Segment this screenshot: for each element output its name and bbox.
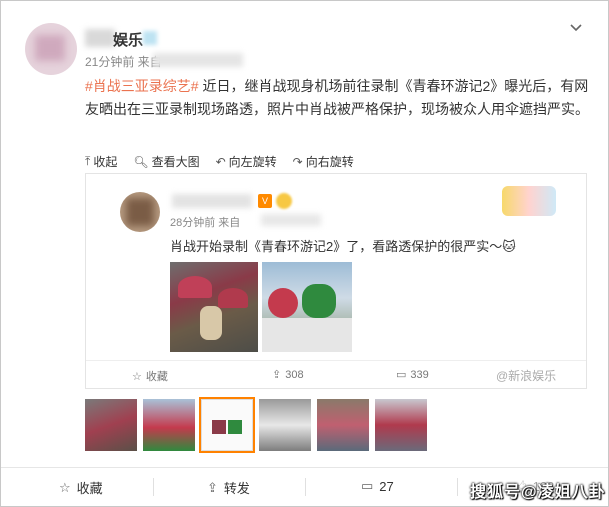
collapse-arrow-icon: ⤒ [85, 154, 91, 168]
thumbnail[interactable] [143, 399, 195, 451]
repost-icon: ⇪ [272, 369, 282, 381]
repost-icon: ⇪ [207, 479, 218, 495]
thumbnail[interactable] [317, 399, 369, 451]
rotate-right-icon: ↷ [292, 154, 303, 169]
collect-button[interactable]: ☆ 收藏 [59, 478, 103, 497]
sticker-icon [502, 186, 556, 216]
view-large-button[interactable]: 🔍︎ 查看大图 [133, 153, 199, 170]
username[interactable]: 娱乐 [113, 29, 143, 50]
user-avatar[interactable] [25, 23, 77, 75]
inner-meta: 28分钟前 来自 [170, 217, 241, 229]
rotate-right-button[interactable]: ↷ 向右旋转 [293, 153, 354, 170]
blurred-source [153, 53, 243, 67]
rotate-left-button[interactable]: ↶ 向左旋转 [216, 153, 277, 170]
blurred-name-part [85, 29, 115, 47]
thumbnail[interactable] [85, 399, 137, 451]
thumbnail[interactable] [375, 399, 427, 451]
thumbnail-strip [85, 397, 427, 453]
blurred-badge [143, 31, 157, 45]
inner-comment: ▭ 339 [396, 368, 429, 382]
expanded-image[interactable]: V 28分钟前 来自 肖战开始录制《青春环游记2》了，看路透保护的很严实～🐱 ☆… [85, 173, 587, 389]
thumbnail-selected[interactable] [199, 397, 255, 453]
inner-collect: ☆ 收藏 [132, 370, 168, 384]
photo-umbrellas-wall [262, 262, 352, 352]
vip-badge: V [258, 194, 272, 208]
chevron-down-icon[interactable] [569, 21, 585, 37]
post-content: #肖战三亚录综艺# 近日，继肖战现身机场前往录制《青春环游记2》曝光后，有网友晒… [85, 75, 590, 121]
rotate-left-icon: ↶ [215, 154, 226, 169]
star-icon: ☆ [132, 370, 142, 383]
weibo-post-card: 娱乐 21分钟前 来自 #肖战三亚录综艺# 近日，继肖战现身机场前往录制《青春环… [0, 0, 609, 507]
topic-link[interactable]: #肖战三亚录综艺# [85, 78, 199, 94]
image-toolbar: ⤒ 收起 🔍︎ 查看大图 ↶ 向左旋转 ↷ 向右旋转 [85, 153, 354, 170]
inner-avatar [120, 192, 160, 232]
thumbnail[interactable] [259, 399, 311, 451]
inner-post-text: 肖战开始录制《青春环游记2》了，看路透保护的很严实～🐱 [170, 239, 516, 254]
repost-button[interactable]: ⇪ 转发 [207, 478, 250, 497]
inner-watermark: @新浪娱乐 [496, 369, 557, 383]
star-icon: ☆ [59, 479, 71, 495]
magnifier-icon: 🔍︎ [133, 154, 149, 169]
comment-icon: ▭ [361, 478, 374, 493]
comment-button[interactable]: ▭ 27 [361, 478, 394, 494]
photo-umbrellas [170, 262, 258, 352]
blurred-inner-name [172, 194, 252, 208]
gold-badge-icon [276, 193, 292, 209]
comment-icon: ▭ [396, 369, 407, 381]
blurred-inner-source [261, 214, 321, 226]
post-meta: 21分钟前 来自 [85, 55, 162, 69]
collapse-button[interactable]: ⤒ 收起 [85, 153, 117, 170]
inner-action-bar: ☆ 收藏 ⇪ 308 ▭ 339 @新浪娱乐 [86, 360, 586, 387]
inner-repost: ⇪ 308 [272, 368, 304, 382]
sohu-watermark: 搜狐号@凌姐八卦 [470, 484, 606, 501]
